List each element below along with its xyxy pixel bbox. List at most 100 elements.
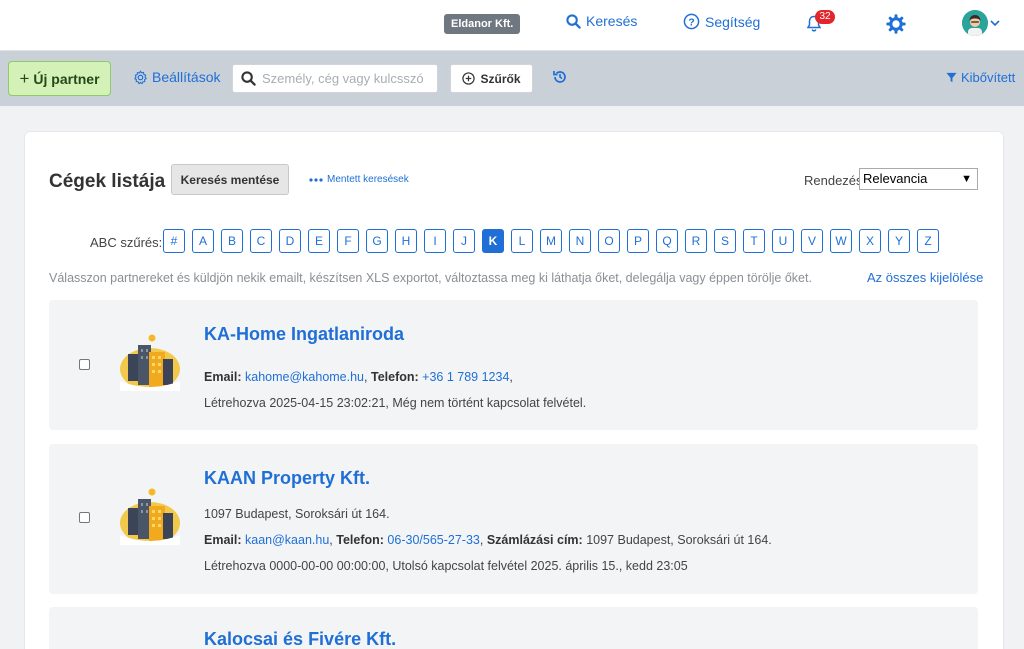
abc-letter-button[interactable]: A — [192, 229, 214, 253]
saved-searches-label: Mentett keresések — [327, 174, 409, 185]
top-bar: Eldanor Kft. Keresés ? Segítség 32 — [0, 0, 1024, 51]
settings-link[interactable]: Beállítások — [133, 69, 220, 85]
abc-letter-button[interactable]: V — [801, 229, 823, 253]
separator: , — [509, 370, 513, 384]
company-name-link[interactable]: KAAN Property Kft. — [204, 468, 370, 489]
user-menu[interactable] — [962, 10, 1000, 36]
filters-label: Szűrők — [480, 71, 521, 86]
page-title: Cégek listája — [49, 171, 166, 192]
abc-letter-button[interactable]: U — [772, 229, 794, 253]
settings-link-label: Beállítások — [152, 69, 221, 85]
abc-letter-button[interactable]: M — [540, 229, 562, 253]
billing-address: 1097 Budapest, Soroksári út 164. — [586, 533, 772, 547]
phone-label: Telefon: — [336, 533, 384, 547]
chevron-down-icon — [990, 20, 1000, 27]
abc-letter-button[interactable]: I — [424, 229, 446, 253]
company-logo — [119, 487, 181, 545]
abc-letter-button[interactable]: W — [830, 229, 852, 253]
new-partner-button[interactable]: + Új partner — [8, 61, 111, 96]
abc-letter-button[interactable]: R — [685, 229, 707, 253]
abc-letter-button[interactable]: H — [395, 229, 417, 253]
save-search-button[interactable]: Keresés mentése — [171, 164, 289, 195]
phone-link[interactable]: 06-30/565-27-33 — [387, 533, 479, 547]
sort-select[interactable]: Relevancia ▼ — [859, 168, 978, 190]
help-link[interactable]: ? Segítség — [683, 13, 760, 30]
expanded-filter-link[interactable]: Kibővített — [946, 70, 1015, 85]
company-name-link[interactable]: Kalocsai és Fivére Kft. — [204, 629, 396, 649]
phone-label: Telefon: — [370, 370, 419, 384]
email-link[interactable]: kaan@kaan.hu — [245, 533, 329, 547]
abc-letter-button[interactable]: S — [714, 229, 736, 253]
company-checkbox[interactable] — [79, 359, 90, 370]
abc-letter-button[interactable]: N — [569, 229, 591, 253]
abc-letter-button[interactable]: # — [163, 229, 185, 253]
buildings-icon — [120, 334, 180, 391]
email-label: Email: — [204, 370, 242, 384]
search-link[interactable]: Keresés — [566, 13, 637, 29]
company-contact-line: Email: kahome@kahome.hu, Telefon: +36 1 … — [204, 370, 513, 384]
abc-letter-button[interactable]: Z — [917, 229, 939, 253]
company-card: KA-Home Ingatlaniroda Email: kahome@kaho… — [49, 300, 978, 430]
abc-letter-button[interactable]: G — [366, 229, 388, 253]
abc-letter-button[interactable]: Y — [888, 229, 910, 253]
abc-letter-button[interactable]: K — [482, 229, 504, 253]
search-icon — [241, 71, 256, 86]
plus-icon: + — [19, 68, 30, 88]
separator: , — [364, 370, 368, 384]
settings-gear-button[interactable] — [886, 14, 906, 39]
search-box — [232, 64, 438, 93]
notification-count-badge: 32 — [815, 10, 835, 24]
abc-filter-label: ABC szűrés: — [90, 235, 163, 250]
funnel-icon — [946, 72, 957, 83]
avatar — [962, 10, 988, 36]
select-all-link[interactable]: Az összes kijelölése — [867, 270, 983, 285]
company-card: KAAN Property Kft. 1097 Budapest, Soroks… — [49, 444, 978, 594]
abc-letter-button[interactable]: P — [627, 229, 649, 253]
billing-label: Számlázási cím: — [486, 533, 583, 547]
plus-circle-icon — [462, 72, 476, 85]
abc-letter-button[interactable]: E — [308, 229, 330, 253]
user-avatar-icon — [962, 10, 988, 36]
company-contact-line: Email: kaan@kaan.hu, Telefon: 06-30/565-… — [204, 533, 772, 547]
company-badge[interactable]: Eldanor Kft. — [444, 14, 521, 34]
abc-letter-button[interactable]: L — [511, 229, 533, 253]
filters-button[interactable]: Szűrők — [450, 64, 533, 93]
abc-letter-button[interactable]: D — [279, 229, 301, 253]
abc-letter-button[interactable]: O — [598, 229, 620, 253]
email-link[interactable]: kahome@kahome.hu — [245, 370, 364, 384]
abc-filter: # A B C D E F G H I J K L M N O P Q R S T U V W X Y Z — [163, 229, 946, 253]
company-card: Kalocsai és Fivére Kft. — [49, 607, 978, 649]
email-label: Email: — [204, 533, 242, 547]
svg-text:?: ? — [688, 17, 694, 28]
abc-letter-button[interactable]: F — [337, 229, 359, 253]
search-icon — [566, 13, 581, 29]
abc-letter-button[interactable]: X — [859, 229, 881, 253]
separator: , — [479, 533, 484, 547]
company-created-line: Létrehozva 2025-04-15 23:02:21, Még nem … — [204, 396, 587, 410]
company-name-link[interactable]: KA-Home Ingatlaniroda — [204, 324, 404, 345]
dropdown-arrow-icon: ▼ — [961, 173, 972, 185]
abc-letter-button[interactable]: C — [250, 229, 272, 253]
abc-letter-button[interactable]: J — [453, 229, 475, 253]
sort-label: Rendezés — [804, 173, 863, 188]
gear-icon — [886, 14, 906, 34]
notifications-button[interactable]: 32 — [806, 10, 836, 36]
history-button[interactable] — [552, 69, 568, 90]
dots-icon — [309, 177, 323, 182]
abc-letter-button[interactable]: B — [221, 229, 243, 253]
cog-outline-icon — [134, 70, 147, 84]
history-icon — [553, 71, 566, 83]
abc-letter-button[interactable]: T — [743, 229, 765, 253]
company-checkbox[interactable] — [79, 512, 90, 523]
saved-searches-link[interactable]: Mentett keresések — [309, 174, 409, 185]
expanded-filter-label: Kibővített — [961, 70, 1016, 85]
toolbar: + Új partner Beállítások Szűrők Kibővíte… — [0, 51, 1024, 106]
abc-letter-button[interactable]: Q — [656, 229, 678, 253]
company-logo — [119, 333, 181, 391]
search-input[interactable] — [262, 71, 432, 86]
selection-hint: Válasszon partnereket és küldjön nekik e… — [49, 271, 812, 285]
sort-selected-value: Relevancia — [863, 171, 928, 186]
buildings-icon — [120, 488, 180, 545]
new-partner-label: Új partner — [33, 70, 100, 87]
phone-link[interactable]: +36 1 789 1234 — [422, 370, 509, 384]
